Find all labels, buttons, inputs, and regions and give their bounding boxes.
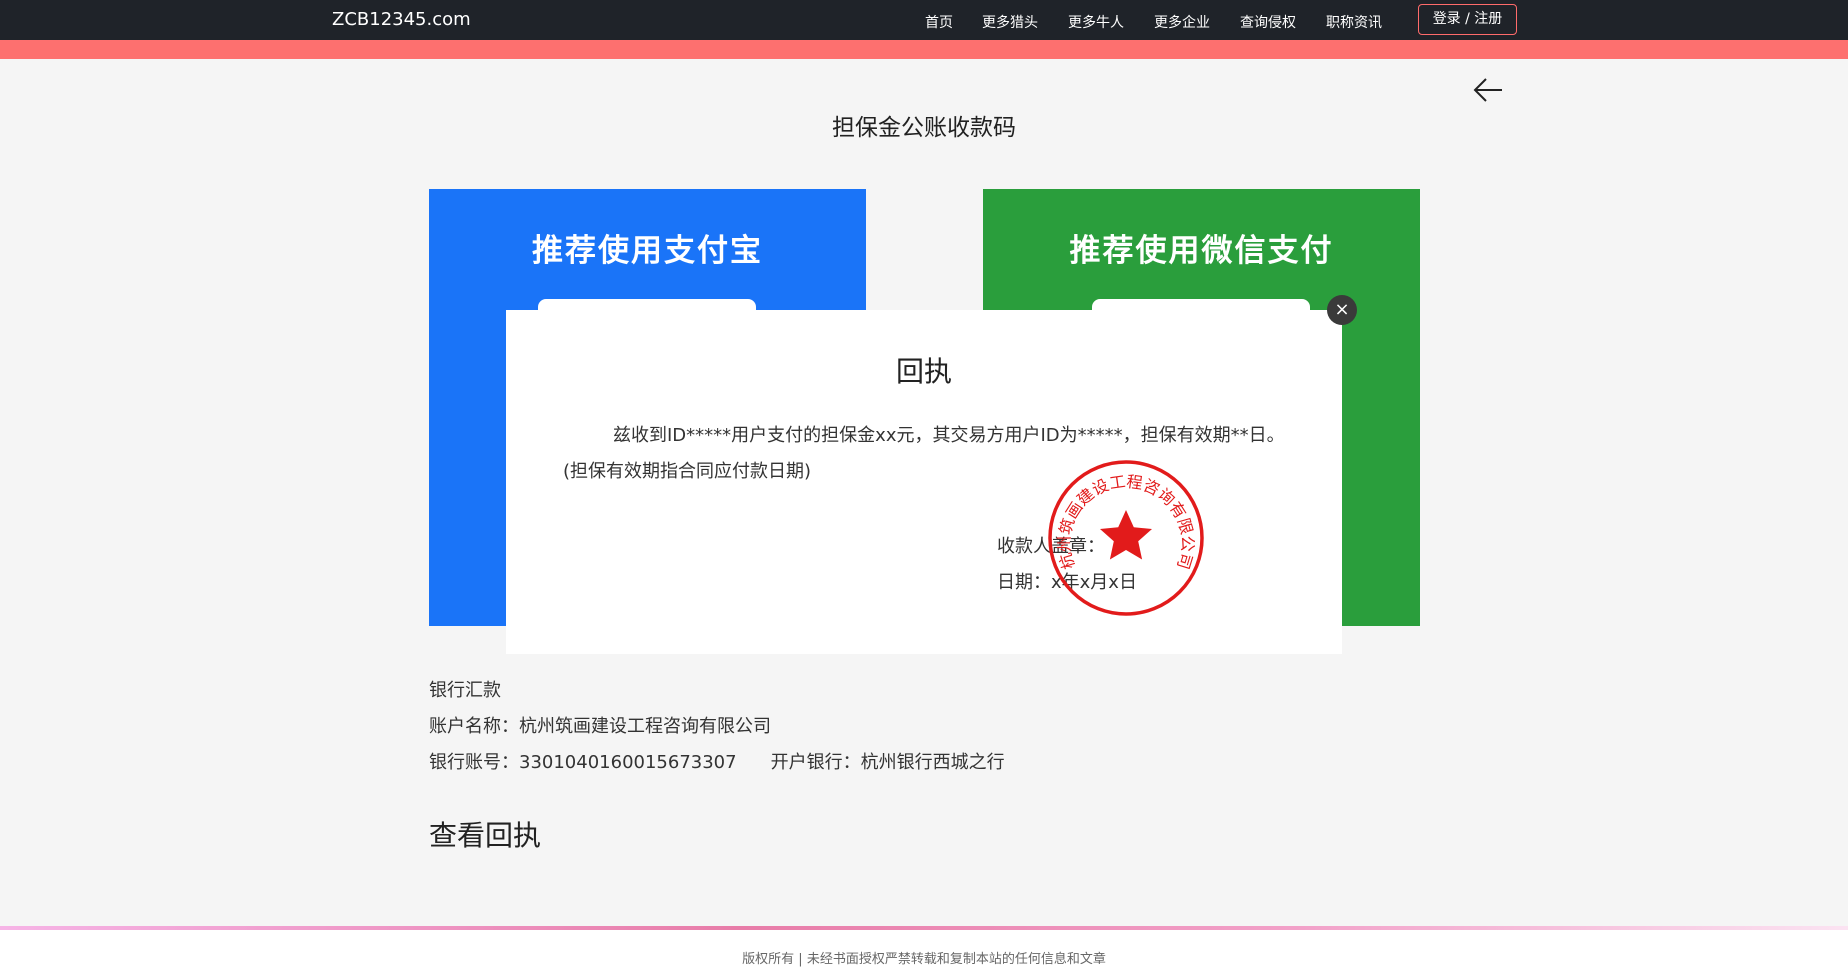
- login-register-button[interactable]: 登录 / 注册: [1418, 4, 1517, 35]
- nav-item-talents[interactable]: 更多牛人: [1068, 12, 1124, 32]
- modal-close-button[interactable]: ×: [1327, 295, 1357, 325]
- view-receipt-link[interactable]: 查看回执: [429, 814, 541, 854]
- bank-name-label: 开户银行：: [770, 752, 861, 773]
- nav-item-title-news[interactable]: 职称资讯: [1326, 12, 1382, 32]
- alipay-card-title: 推荐使用支付宝: [532, 233, 763, 269]
- nav-item-home[interactable]: 首页: [925, 12, 953, 32]
- account-number-value: 3301040160015673307: [519, 752, 737, 773]
- date-label: 日期：: [997, 572, 1051, 593]
- account-name-label: 账户名称：: [429, 716, 519, 737]
- wechat-card-title: 推荐使用微信支付: [1069, 233, 1334, 269]
- footer: 版权所有 | 未经书面授权严禁转载和复制本站的任何信息和文章: [0, 930, 1848, 980]
- nav-item-companies[interactable]: 更多企业: [1154, 12, 1210, 32]
- seal-star-icon: [1100, 510, 1152, 560]
- receipt-text-line1: 兹收到ID*****用户支付的担保金xx元，其交易方用户ID为*****，担保有…: [613, 425, 1285, 446]
- back-arrow-icon[interactable]: [1472, 76, 1504, 104]
- bank-name-value: 杭州银行西城之行: [860, 752, 1005, 773]
- receipt-text-line2: (担保有效期指合同应付款日期): [563, 461, 812, 482]
- accent-stripe: [0, 40, 1848, 59]
- top-navbar: ZCB12345.com 首页 更多猎头 更多牛人 更多企业 查询侵权 职称资讯…: [0, 0, 1848, 40]
- nav-item-headhunters[interactable]: 更多猎头: [982, 12, 1038, 32]
- site-logo[interactable]: ZCB12345.com: [332, 9, 471, 30]
- account-name-value: 杭州筑画建设工程咨询有限公司: [519, 716, 771, 737]
- page-title: 担保金公账收款码: [832, 115, 1016, 141]
- receipt-modal: 回执 兹收到ID*****用户支付的担保金xx元，其交易方用户ID为*****，…: [506, 310, 1342, 654]
- account-name-row: 账户名称：杭州筑画建设工程咨询有限公司: [429, 712, 771, 738]
- nav-item-infringement[interactable]: 查询侵权: [1240, 12, 1296, 32]
- account-number-row: 银行账号：3301040160015673307 开户银行：杭州银行西城之行: [429, 748, 1005, 774]
- bank-transfer-heading: 银行汇款: [429, 680, 501, 701]
- copyright-text: 版权所有 | 未经书面授权严禁转载和复制本站的任何信息和文章: [742, 952, 1106, 967]
- modal-title: 回执: [895, 355, 952, 388]
- company-seal-stamp: 杭州筑画建设工程咨询有限公司: [1048, 460, 1204, 616]
- account-number-label: 银行账号：: [429, 752, 519, 773]
